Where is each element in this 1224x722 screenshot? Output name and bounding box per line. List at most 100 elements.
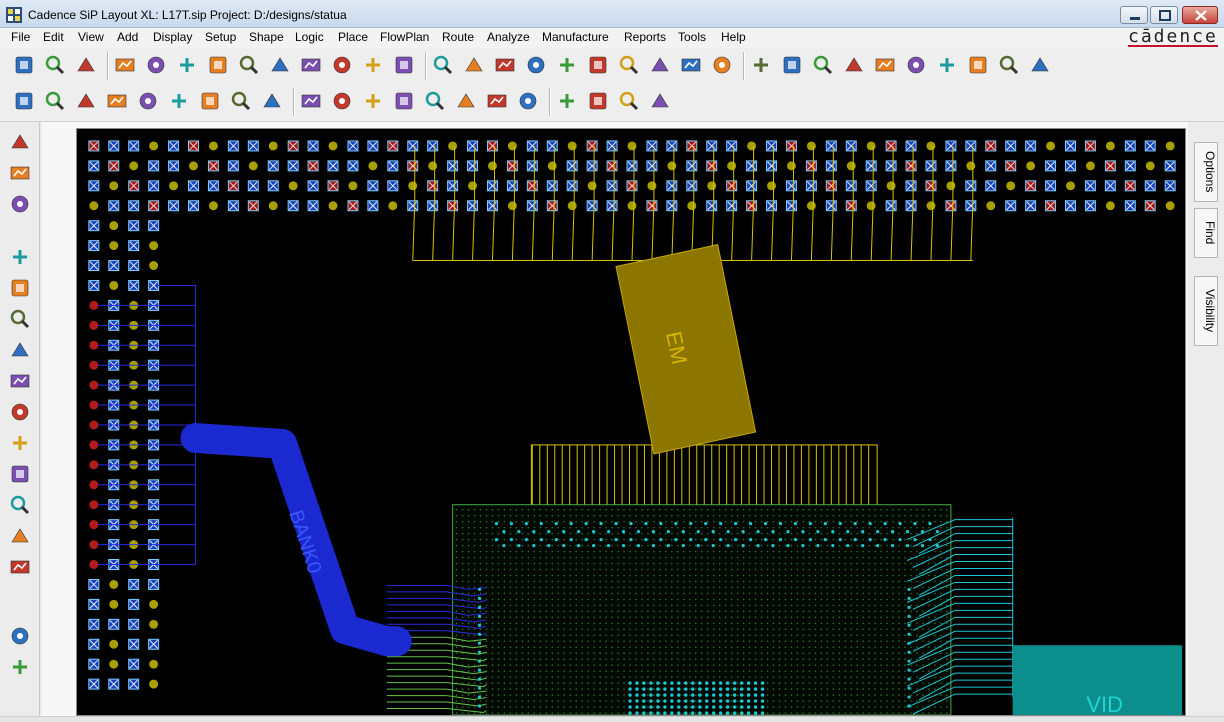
pin-tool-tool[interactable] [8, 192, 32, 216]
route-button[interactable] [555, 89, 579, 113]
menu-tools[interactable]: Tools [678, 30, 706, 44]
3d-view-button[interactable] [710, 53, 734, 77]
mirror-button[interactable] [175, 53, 199, 77]
chart-button[interactable] [966, 53, 990, 77]
menu-logic[interactable]: Logic [295, 30, 324, 44]
minimize-button[interactable] [1120, 6, 1148, 24]
layer8-button[interactable] [229, 89, 253, 113]
menu-add[interactable]: Add [117, 30, 138, 44]
dfa-button[interactable] [454, 89, 478, 113]
grid-settings-button[interactable] [299, 89, 323, 113]
redo-button[interactable] [268, 53, 292, 77]
menu-file[interactable]: File [11, 30, 30, 44]
push-pin-button[interactable] [392, 53, 416, 77]
bondwire-tool[interactable] [8, 524, 32, 548]
menu-reports[interactable]: Reports [624, 30, 666, 44]
symbol-tool[interactable] [8, 161, 32, 185]
zoom-fit-button[interactable] [462, 53, 486, 77]
zoom-prev-button[interactable] [586, 53, 610, 77]
rectangle-tool[interactable] [8, 655, 32, 679]
measure-button[interactable] [842, 53, 866, 77]
globe-button[interactable] [485, 89, 509, 113]
layer2-button[interactable] [43, 89, 67, 113]
menu-setup[interactable]: Setup [205, 30, 236, 44]
move-button[interactable] [113, 53, 137, 77]
route-tool-tool[interactable] [8, 245, 32, 269]
group-tool[interactable] [8, 431, 32, 455]
new-button[interactable] [12, 53, 36, 77]
color-button[interactable] [330, 89, 354, 113]
fanout-tool[interactable] [8, 276, 32, 300]
bridge-button[interactable] [516, 89, 540, 113]
grid-dot [617, 622, 619, 625]
layer-stack-tool[interactable] [8, 462, 32, 486]
info-button[interactable] [780, 53, 804, 77]
open-button[interactable] [43, 53, 67, 77]
menu-edit[interactable]: Edit [43, 30, 64, 44]
add-route-button[interactable] [586, 89, 610, 113]
delay-tune-tool[interactable] [8, 307, 32, 331]
flip-button[interactable] [679, 53, 703, 77]
layer3-button[interactable] [74, 89, 98, 113]
die-tool[interactable] [8, 493, 32, 517]
swap-tool[interactable] [8, 338, 32, 362]
done-button[interactable] [299, 53, 323, 77]
copy-button[interactable] [144, 53, 168, 77]
via-pad [546, 200, 558, 212]
light-button[interactable] [904, 53, 928, 77]
dehighlight-button[interactable] [935, 53, 959, 77]
undo-button[interactable] [237, 53, 261, 77]
edit-route-icon [619, 91, 639, 111]
component-tool[interactable] [8, 130, 32, 154]
tab-find[interactable]: Find [1194, 208, 1218, 258]
menu-route[interactable]: Route [442, 30, 474, 44]
oops-button[interactable] [330, 53, 354, 77]
delete-button[interactable] [206, 53, 230, 77]
save-button[interactable] [74, 53, 98, 77]
layer1-button[interactable] [12, 89, 36, 113]
menu-shape[interactable]: Shape [249, 30, 284, 44]
shape-button[interactable] [1028, 53, 1052, 77]
shape-fill-tool[interactable] [8, 400, 32, 424]
em-component[interactable]: EM [615, 244, 757, 455]
menu-manufacture[interactable]: Manufacture [542, 30, 609, 44]
grid-dot [599, 646, 601, 649]
menu-analyze[interactable]: Analyze [487, 30, 530, 44]
layer6-button[interactable] [167, 89, 191, 113]
serpentine-tool[interactable] [8, 555, 32, 579]
zoom-out-button[interactable] [555, 53, 579, 77]
pin-button[interactable] [361, 53, 385, 77]
zoom-in-button[interactable] [524, 53, 548, 77]
spread-tool[interactable] [8, 369, 32, 393]
zoom-window-button[interactable] [493, 53, 517, 77]
redraw-button[interactable] [648, 53, 672, 77]
report-button[interactable] [811, 53, 835, 77]
stack-button[interactable] [392, 89, 416, 113]
close-button[interactable] [1182, 6, 1218, 24]
maximize-button[interactable] [1150, 6, 1178, 24]
grid-button[interactable] [431, 53, 455, 77]
highlight-button[interactable] [873, 53, 897, 77]
unroute-button[interactable] [648, 89, 672, 113]
edit-route-button[interactable] [617, 89, 641, 113]
menu-view[interactable]: View [78, 30, 104, 44]
menu-display[interactable]: Display [153, 30, 192, 44]
grid-dot [497, 556, 500, 559]
zoom-world-button[interactable] [617, 53, 641, 77]
palette-button[interactable] [361, 89, 385, 113]
tab-options[interactable]: Options [1194, 142, 1218, 202]
menu-help[interactable]: Help [721, 30, 746, 44]
grid-dot [862, 616, 865, 619]
layer4-button[interactable] [105, 89, 129, 113]
layout-canvas[interactable]: BANK0 EM VID [76, 128, 1186, 716]
layer9-button[interactable] [260, 89, 284, 113]
menu-place[interactable]: Place [338, 30, 368, 44]
layer7-button[interactable] [198, 89, 222, 113]
line-tool[interactable] [8, 624, 32, 648]
tab-visibility[interactable]: Visibility [1194, 276, 1218, 346]
properties-button[interactable] [749, 53, 773, 77]
drc-button[interactable] [997, 53, 1021, 77]
menu-flowplan[interactable]: FlowPlan [380, 30, 429, 44]
ecset-button[interactable] [423, 89, 447, 113]
layer5-button[interactable] [136, 89, 160, 113]
